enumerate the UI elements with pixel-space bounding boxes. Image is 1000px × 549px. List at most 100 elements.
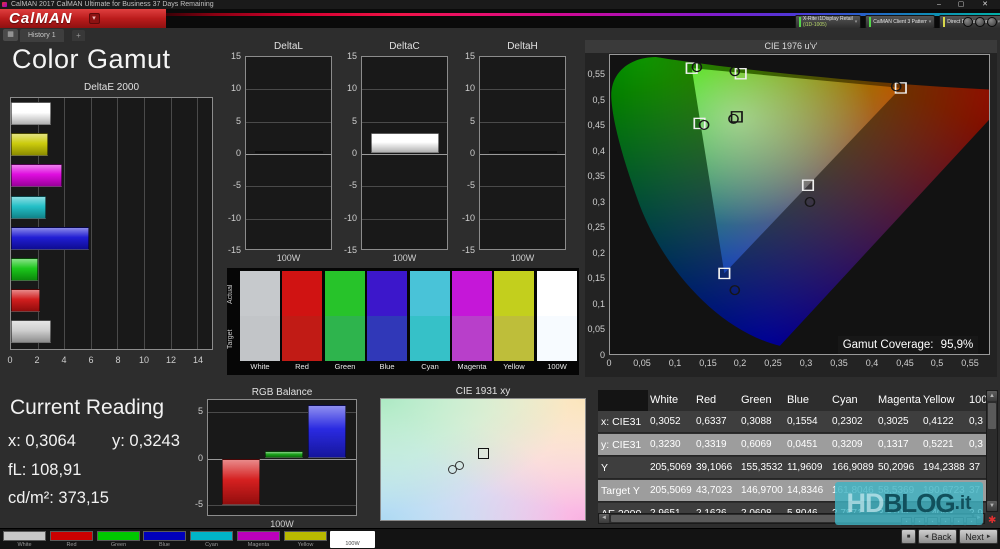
axis-tick-label: 0,35 bbox=[830, 358, 848, 368]
axis-tick-label: 10 bbox=[230, 83, 241, 93]
deltaL-chart-title: DeltaL bbox=[274, 41, 303, 52]
table-cell: 50,2096 bbox=[878, 462, 915, 473]
swatch-target-red bbox=[282, 316, 322, 361]
reading-cdm2: cd/m²: 373,15 bbox=[8, 489, 109, 507]
grid-line bbox=[170, 98, 172, 349]
scrollbar-thumb[interactable] bbox=[988, 403, 996, 429]
patch-button-white[interactable]: White bbox=[2, 531, 47, 548]
patch-label: Blue bbox=[158, 542, 170, 548]
round-tool-button-2[interactable] bbox=[975, 17, 985, 27]
grid-line bbox=[197, 98, 199, 349]
swatch-actual-green bbox=[325, 271, 365, 316]
table-cell: 0,2302 bbox=[832, 416, 863, 427]
axis-tick-label: 0,05 bbox=[587, 324, 605, 334]
patch-button-cyan[interactable]: Cyan bbox=[189, 531, 234, 548]
calman-logo[interactable]: CalMAN ▾ bbox=[0, 9, 166, 28]
table-row-label: x: CIE31 bbox=[601, 416, 642, 428]
axis-tick-label: 0,4 bbox=[865, 358, 879, 368]
table-row-label: Y bbox=[601, 462, 609, 474]
table-cell: 194,2388 bbox=[923, 462, 965, 473]
minimize-button[interactable]: – bbox=[934, 0, 944, 9]
add-tab-button[interactable]: + bbox=[72, 30, 85, 41]
grid-line bbox=[117, 98, 119, 349]
axis-tick-label: 0,55 bbox=[587, 69, 605, 79]
patch-button-blue[interactable]: Blue bbox=[142, 531, 187, 548]
chevron-down-icon: ▾ bbox=[854, 19, 858, 25]
device-button-2[interactable]: CalMAN Client 3 Pattern Generator▾ bbox=[865, 15, 936, 29]
swatch-name-label: Red bbox=[295, 362, 309, 371]
deltaC-axis-label: 100W bbox=[392, 253, 417, 263]
next-arrow-icon: ► bbox=[985, 533, 992, 540]
watermark-it: .it bbox=[954, 492, 972, 514]
close-button[interactable]: ✕ bbox=[980, 0, 990, 9]
back-arrow-icon: ◄ bbox=[923, 533, 930, 540]
device-status-light bbox=[943, 17, 946, 27]
table-cell: 0,6337 bbox=[696, 416, 727, 427]
axis-tick-label: 0,25 bbox=[587, 222, 605, 232]
stop-icon: ■ bbox=[906, 533, 911, 540]
stop-button[interactable]: ■ bbox=[901, 529, 916, 544]
round-tool-button-1[interactable] bbox=[963, 17, 973, 27]
table-cell: 0,6069 bbox=[741, 439, 772, 450]
back-button[interactable]: ◄ Back bbox=[918, 529, 957, 544]
swatch-target-white bbox=[240, 316, 280, 361]
reading-y: y: 0,3243 bbox=[112, 432, 180, 450]
table-cell: 0,5221 bbox=[923, 439, 954, 450]
round-tool-button-3[interactable] bbox=[987, 17, 997, 27]
patch-button-yellow[interactable]: Yellow bbox=[283, 531, 328, 548]
maximize-button[interactable]: ▢ bbox=[956, 0, 966, 9]
grid-line bbox=[480, 89, 565, 90]
swatch-actual-yellow bbox=[494, 271, 534, 316]
table-vertical-scrollbar[interactable]: ▲ ▼ bbox=[986, 390, 998, 512]
patch-label: Red bbox=[66, 542, 77, 548]
quick-settings-buttons bbox=[963, 17, 997, 27]
reading-x: x: 0,3064 bbox=[8, 432, 76, 450]
swatch-target-magenta bbox=[452, 316, 492, 361]
tab-history-1[interactable]: History 1 bbox=[20, 29, 64, 42]
device-button-1[interactable]: X-Rite i1Display Retail (i1D-1005) ▾ bbox=[795, 15, 862, 29]
deltaH-chart bbox=[479, 56, 566, 250]
deltae-bar-green bbox=[11, 258, 39, 281]
next-button[interactable]: Next ► bbox=[959, 529, 998, 544]
grid-line bbox=[480, 154, 565, 155]
patch-button-100w[interactable]: 100W bbox=[330, 531, 375, 548]
table-row-label: Target Y bbox=[601, 485, 640, 497]
table-header-cell: 100W bbox=[969, 394, 986, 406]
axis-tick-label: 0,3 bbox=[799, 358, 813, 368]
rgb-bar-red bbox=[222, 459, 260, 505]
rgb-balance-axis-label: 100W bbox=[270, 519, 294, 529]
table-row-label: ΔE 2000 bbox=[601, 503, 648, 513]
workflow-grid-icon[interactable]: ▦ bbox=[3, 29, 18, 41]
deltaL-axis-label: 100W bbox=[276, 253, 301, 263]
page-title: Color Gamut bbox=[12, 44, 171, 74]
watermark-hd: HD bbox=[846, 488, 885, 518]
deltae-bar-magenta bbox=[11, 164, 63, 187]
patch-button-magenta[interactable]: Magenta bbox=[236, 531, 281, 548]
scroll-left-icon[interactable]: ◄ bbox=[599, 514, 609, 523]
table-cell: 0,3209 bbox=[832, 439, 863, 450]
next-button-label: Next bbox=[965, 531, 984, 542]
swatch-target-blue bbox=[367, 316, 407, 361]
axis-tick-label: 0,05 bbox=[633, 358, 651, 368]
hdblog-watermark: HD BLOG .it bbox=[835, 482, 983, 525]
table-cell: 0,3319 bbox=[696, 439, 727, 450]
table-header-cell: Red bbox=[696, 394, 717, 406]
axis-tick-label: 10 bbox=[346, 83, 357, 93]
patch-swatch bbox=[50, 531, 93, 541]
scroll-down-icon[interactable]: ▼ bbox=[987, 501, 997, 511]
axis-tick-label: 2 bbox=[34, 355, 40, 365]
patch-swatch bbox=[284, 531, 327, 541]
logo-menu-arrow-icon[interactable]: ▾ bbox=[88, 13, 100, 24]
axis-tick-label: -15 bbox=[461, 245, 475, 255]
grid-line bbox=[362, 89, 447, 90]
grid-line bbox=[208, 505, 356, 506]
patch-button-red[interactable]: Red bbox=[49, 531, 94, 548]
swatch-actual-magenta bbox=[452, 271, 492, 316]
gamut-coverage-value: 95,9% bbox=[940, 339, 974, 351]
table-header-cell: Cyan bbox=[832, 394, 858, 406]
grid-line bbox=[90, 98, 92, 349]
axis-tick-label: 0 bbox=[235, 148, 241, 158]
grid-line bbox=[480, 122, 565, 123]
scroll-up-icon[interactable]: ▲ bbox=[987, 391, 997, 401]
patch-button-green[interactable]: Green bbox=[96, 531, 141, 548]
